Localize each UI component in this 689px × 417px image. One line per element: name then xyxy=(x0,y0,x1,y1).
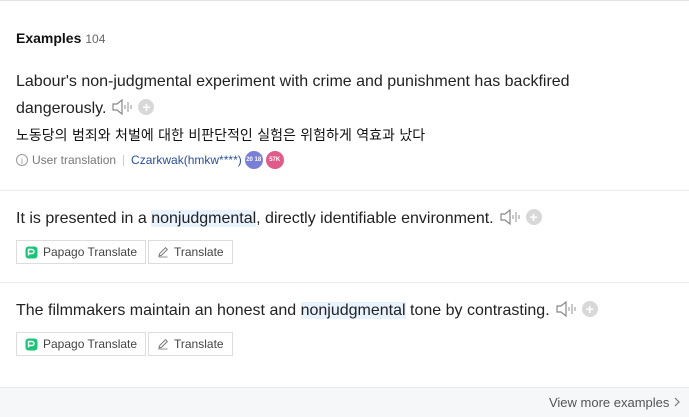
papago-translate-button[interactable]: Papago Translate xyxy=(16,240,147,264)
top-divider xyxy=(0,0,689,1)
source-label: User translation xyxy=(32,153,117,167)
example-translation-1: 노동당의 범죄와 처벌에 대한 비판단적인 실험은 위험하게 역효과 났다 xyxy=(16,128,426,144)
section-title: Examples 104 xyxy=(16,30,105,46)
section-title-text: Examples xyxy=(16,30,82,46)
sentence-text: , directly identifiable environment. xyxy=(256,210,494,227)
example-count: 104 xyxy=(85,32,106,46)
highlighted-keyword: nonjudgmental xyxy=(151,210,257,227)
translate-button[interactable]: Translate xyxy=(148,332,233,356)
divider xyxy=(0,282,689,283)
user-link[interactable]: Czarkwak(hmkw****) xyxy=(131,153,242,167)
example-sentence-1-line1: Labour's non-judgmental experiment with … xyxy=(16,73,570,90)
highlighted-keyword: nonjudgmental xyxy=(300,302,406,319)
footer-bar: View more examples xyxy=(0,387,689,417)
speaker-icon[interactable] xyxy=(112,98,134,125)
info-icon[interactable]: i xyxy=(16,154,28,166)
sentence-text: tone by contrasting. xyxy=(405,302,550,319)
add-to-wordbook-button[interactable]: + xyxy=(525,209,542,225)
translate-button[interactable]: Translate xyxy=(148,240,233,264)
pencil-icon xyxy=(157,246,169,258)
translate-label: Translate xyxy=(174,337,224,351)
level-badge: 20 18 xyxy=(244,151,263,169)
papago-translate-label: Papago Translate xyxy=(43,337,138,351)
add-to-wordbook-button[interactable]: + xyxy=(138,99,155,115)
divider xyxy=(0,190,689,191)
papago-logo-icon xyxy=(25,338,38,351)
example-sentence-1: Labour's non-judgmental experiment with … xyxy=(16,68,570,125)
sentence-text: It is presented in a xyxy=(16,210,152,227)
meta-separator xyxy=(123,154,125,166)
example-sentence-1-line2: dangerously. xyxy=(16,100,107,117)
pencil-icon xyxy=(157,338,169,350)
chevron-right-icon xyxy=(673,395,681,410)
view-more-label: View more examples xyxy=(548,395,670,410)
speaker-icon[interactable] xyxy=(556,300,578,327)
translation-meta: i User translation Czarkwak(hmkw****) 20… xyxy=(16,150,284,170)
translate-label: Translate xyxy=(174,245,224,259)
papago-logo-icon xyxy=(25,246,38,259)
speaker-icon[interactable] xyxy=(500,208,522,235)
view-more-examples-link[interactable]: View more examples xyxy=(549,395,681,410)
papago-translate-button[interactable]: Papago Translate xyxy=(16,332,147,356)
points-badge: 57K xyxy=(265,151,284,169)
add-to-wordbook-button[interactable]: + xyxy=(581,301,598,317)
sentence-text: The filmmakers maintain an honest and xyxy=(16,302,301,319)
example-sentence-2: It is presented in a nonjudgmental, dire… xyxy=(16,205,542,235)
example-sentence-3: The filmmakers maintain an honest and no… xyxy=(16,297,598,327)
papago-translate-label: Papago Translate xyxy=(43,245,138,259)
